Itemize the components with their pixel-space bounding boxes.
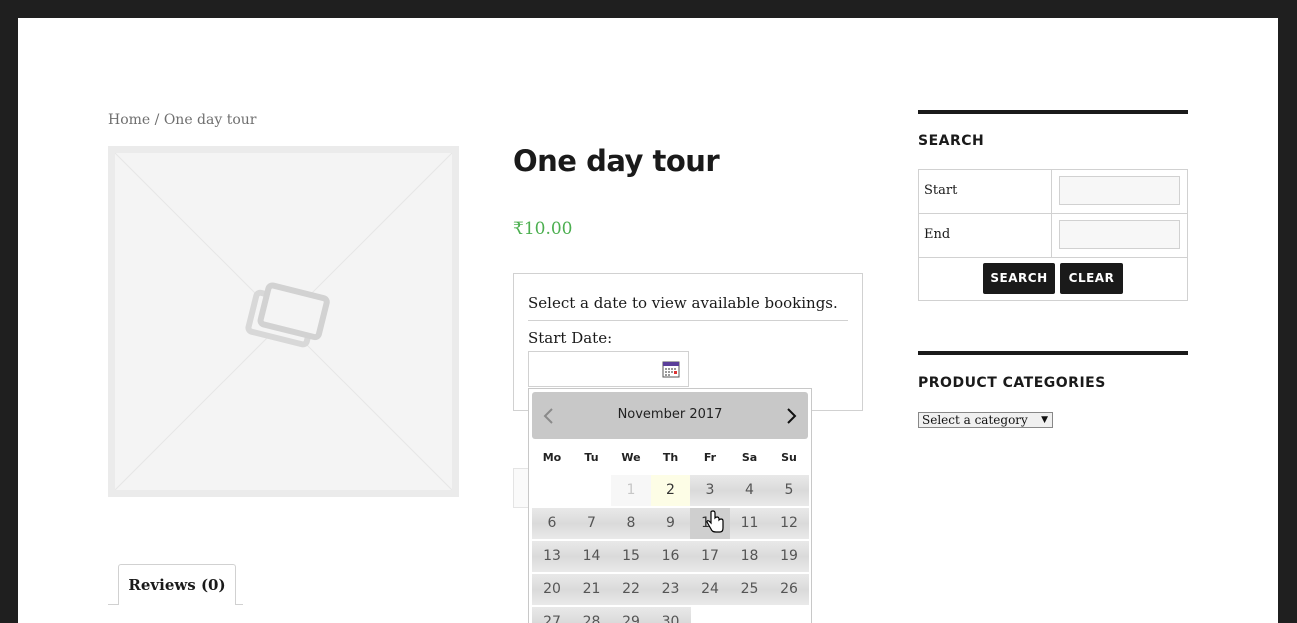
clear-button[interactable]: CLEAR xyxy=(1060,263,1123,294)
calendar-empty-cell xyxy=(571,475,612,508)
calendar-day-6[interactable]: 6 xyxy=(532,508,572,541)
categories-widget-title: PRODUCT CATEGORIES xyxy=(918,375,1106,391)
date-picker-header: November 2017 xyxy=(532,392,808,439)
calendar-day-23[interactable]: 23 xyxy=(650,574,691,607)
calendar-day-12[interactable]: 12 xyxy=(769,508,809,541)
calendar-icon[interactable] xyxy=(662,360,680,378)
calendar-day-19[interactable]: 19 xyxy=(769,541,809,574)
search-start-input[interactable] xyxy=(1059,176,1180,205)
breadcrumb-current: One day tour xyxy=(163,112,257,128)
tab-reviews[interactable]: Reviews (0) xyxy=(118,564,236,605)
calendar-day-16[interactable]: 16 xyxy=(650,541,691,574)
start-date-label: Start Date: xyxy=(528,329,613,347)
start-date-input[interactable] xyxy=(528,351,689,387)
search-row-start: Start xyxy=(919,170,1187,214)
search-widget-rule xyxy=(918,110,1188,114)
calendar-day-3[interactable]: 3 xyxy=(690,475,730,508)
calendar-day-15[interactable]: 15 xyxy=(611,541,651,574)
breadcrumb: Home / One day tour xyxy=(108,112,257,128)
weekday-sa: Sa xyxy=(741,451,758,464)
chevron-right-icon[interactable] xyxy=(779,404,803,428)
tab-divider-right xyxy=(235,604,243,605)
calendar-day-13[interactable]: 13 xyxy=(532,541,572,574)
calendar-empty-cell xyxy=(730,607,770,623)
calendar-empty-cell xyxy=(690,607,730,623)
weekday-mo: Mo xyxy=(542,451,562,464)
calendar-empty-cell xyxy=(769,607,809,623)
dropdown-arrow-icon: ▼ xyxy=(1041,415,1048,425)
calendar-day-11[interactable]: 11 xyxy=(729,508,770,541)
weekday-header-row: Mo Tu We Th Fr Sa Su xyxy=(532,451,812,469)
calendar-day-27[interactable]: 27 xyxy=(532,607,572,623)
calendar-day-4[interactable]: 4 xyxy=(729,475,770,508)
calendar-day-29[interactable]: 29 xyxy=(611,607,651,623)
date-picker-month: November 2017 xyxy=(617,407,723,422)
calendar-day-5[interactable]: 5 xyxy=(769,475,809,508)
calendar-day-18[interactable]: 18 xyxy=(729,541,770,574)
category-select[interactable]: Select a category ▼ xyxy=(918,412,1053,428)
search-end-input[interactable] xyxy=(1059,220,1180,249)
calendar-day-9[interactable]: 9 xyxy=(650,508,691,541)
calendar-day-2[interactable]: 2 xyxy=(650,475,691,508)
calendar-day-24[interactable]: 24 xyxy=(690,574,730,607)
search-end-label: End xyxy=(919,214,1052,257)
search-button[interactable]: SEARCH xyxy=(983,263,1055,294)
search-form: Start End SEARCH CLEAR xyxy=(918,169,1188,301)
product-title: One day tour xyxy=(513,144,720,178)
calendar-empty-cell xyxy=(532,475,572,508)
search-widget-title: SEARCH xyxy=(918,133,985,149)
weekday-fr: Fr xyxy=(703,451,717,464)
calendar-day-30[interactable]: 30 xyxy=(650,607,691,623)
calendar-day-25[interactable]: 25 xyxy=(729,574,770,607)
category-select-value: Select a category xyxy=(922,413,1028,427)
product-price: ₹10.00 xyxy=(513,219,573,239)
calendar-day-22[interactable]: 22 xyxy=(611,574,651,607)
date-picker: November 2017 MoTuWeThFrSaSu 12345678910… xyxy=(528,388,812,623)
tab-divider-left xyxy=(108,604,118,605)
calendar-day-26[interactable]: 26 xyxy=(769,574,809,607)
weekday-we: We xyxy=(621,451,641,464)
page: Home / One day tour One day tour ₹10.00 … xyxy=(18,18,1278,623)
categories-widget-rule xyxy=(918,351,1188,355)
calendar-day-21[interactable]: 21 xyxy=(571,574,612,607)
search-row-end: End xyxy=(919,214,1187,258)
search-start-label: Start xyxy=(919,170,1052,213)
product-image[interactable] xyxy=(108,146,459,497)
calendar-day-7[interactable]: 7 xyxy=(571,508,612,541)
breadcrumb-home-link[interactable]: Home xyxy=(108,112,150,128)
booking-message: Select a date to view available bookings… xyxy=(528,294,848,321)
weekday-su: Su xyxy=(781,451,797,464)
calendar-day-14[interactable]: 14 xyxy=(571,541,612,574)
image-placeholder-icon xyxy=(115,153,452,490)
calendar-day-20[interactable]: 20 xyxy=(532,574,572,607)
calendar-day-28[interactable]: 28 xyxy=(571,607,612,623)
calendar-day-1: 1 xyxy=(611,475,651,508)
weekday-tu: Tu xyxy=(584,451,599,464)
calendar-day-8[interactable]: 8 xyxy=(611,508,651,541)
breadcrumb-separator: / xyxy=(150,112,164,128)
hand-pointer-icon xyxy=(706,510,724,533)
calendar-day-17[interactable]: 17 xyxy=(690,541,730,574)
weekday-th: Th xyxy=(662,451,679,464)
